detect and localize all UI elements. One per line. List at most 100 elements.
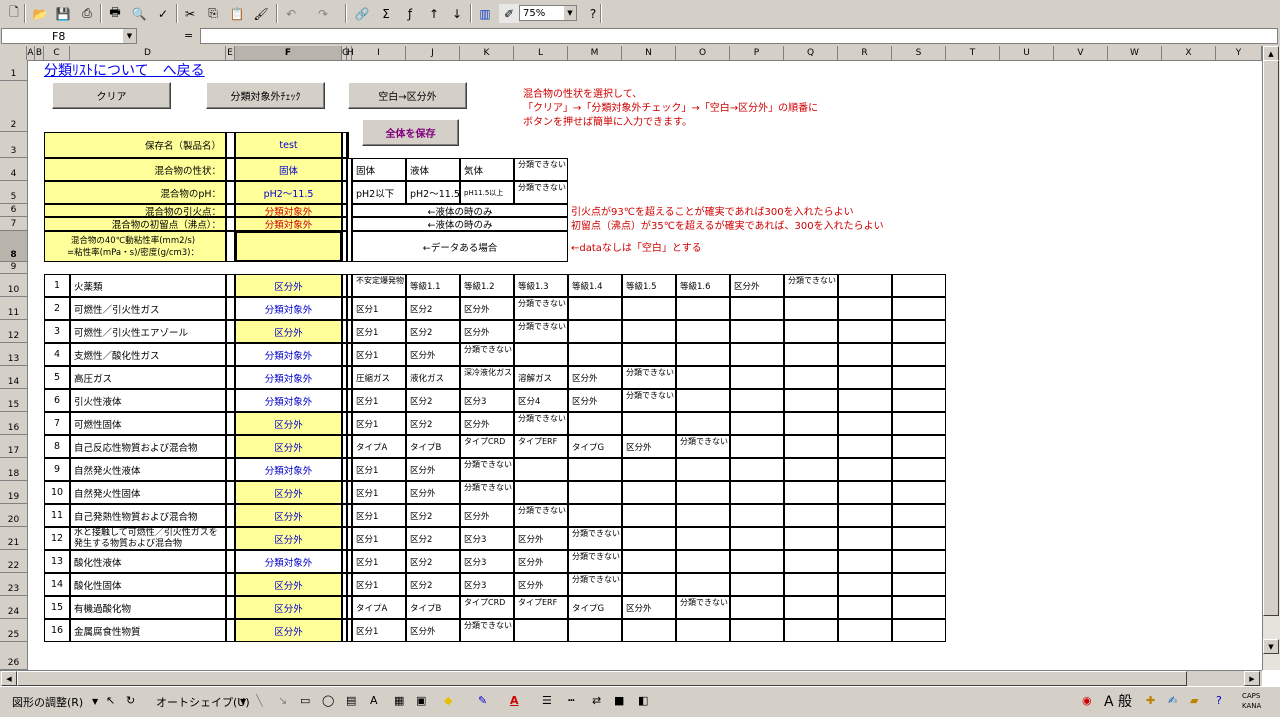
row-header-10[interactable]: 10 — [0, 274, 27, 297]
horizontal-scrollbar[interactable]: ◀ ▶ — [0, 670, 1262, 686]
hazard-option-cell[interactable]: 区分外 — [460, 412, 514, 435]
draw-menu[interactable]: 図形の調整(R) — [12, 694, 83, 710]
hazard-option-cell[interactable]: 等級1.6 — [676, 274, 730, 297]
column-header-l[interactable]: L — [514, 46, 568, 60]
hazard-option-cell[interactable]: 等級1.1 — [406, 274, 460, 297]
hazard-option-cell[interactable]: 区分2 — [406, 550, 460, 573]
column-header-v[interactable]: V — [1054, 46, 1108, 60]
hazard-option-cell[interactable]: 区分1 — [352, 458, 406, 481]
help-icon[interactable]: ? — [1216, 694, 1222, 707]
row-header-13[interactable]: 13 — [0, 343, 27, 366]
column-header-p[interactable]: P — [730, 46, 784, 60]
row-header-11[interactable]: 11 — [0, 297, 27, 320]
ph-option[interactable]: pH11.5以上 — [460, 181, 514, 204]
column-header-m[interactable]: M — [568, 46, 622, 60]
hazard-option-cell[interactable]: 等級1.5 — [622, 274, 676, 297]
row-header-20[interactable]: 20 — [0, 504, 27, 527]
column-header-f[interactable]: F — [235, 46, 342, 60]
paste-icon[interactable]: 📋 — [227, 4, 247, 23]
hazard-option-cell[interactable]: 分類できない — [460, 619, 514, 642]
row-header-6[interactable]: 6 — [0, 204, 27, 217]
open-icon[interactable]: 📂 — [30, 4, 50, 23]
column-header-d[interactable]: D — [70, 46, 226, 60]
row-header-21[interactable]: 21 — [0, 527, 27, 550]
hazard-option-cell[interactable]: 溶解ガス — [514, 366, 568, 389]
property-value-6[interactable] — [235, 231, 342, 262]
format-painter-icon[interactable]: 🖌 — [251, 4, 271, 23]
pad-icon[interactable]: ▰ — [1190, 694, 1198, 707]
state-option[interactable]: 分類できない — [514, 158, 568, 181]
property-value-2[interactable]: 固体 — [235, 158, 342, 181]
hazard-option-cell[interactable]: 区分1 — [352, 619, 406, 642]
hazard-option-cell[interactable]: 区分4 — [514, 389, 568, 412]
hazard-result[interactable]: 分類対象外 — [235, 550, 342, 573]
hazard-option-cell[interactable]: タイプCRD — [460, 596, 514, 619]
hazard-option-cell[interactable]: 深冷液化ガス — [460, 366, 514, 389]
row-header-16[interactable]: 16 — [0, 412, 27, 435]
hazard-option-cell[interactable]: 区分1 — [352, 527, 406, 550]
hazard-option-cell[interactable]: 不安定爆発物 — [352, 274, 406, 297]
hazard-option-cell[interactable]: 区分2 — [406, 320, 460, 343]
hazard-option-cell[interactable]: 区分外 — [622, 596, 676, 619]
h-scroll-thumb[interactable] — [17, 671, 1187, 686]
hazard-option-cell[interactable]: 区分外 — [622, 435, 676, 458]
column-header-n[interactable]: N — [622, 46, 676, 60]
column-header-r[interactable]: R — [838, 46, 892, 60]
hazard-option-cell[interactable]: 分類できない — [460, 343, 514, 366]
clipart-icon[interactable]: ▦ — [394, 694, 404, 707]
hazard-result[interactable]: 区分外 — [235, 596, 342, 619]
hazard-option-cell[interactable]: 区分2 — [406, 527, 460, 550]
hazard-option-cell[interactable]: 区分3 — [460, 527, 514, 550]
row-header-17[interactable]: 17 — [0, 435, 27, 458]
excluded-check-button[interactable]: 分類対象外ﾁｪｯｸ — [206, 82, 325, 109]
hazard-option-cell[interactable]: 区分1 — [352, 550, 406, 573]
scroll-up-icon[interactable]: ▲ — [1263, 46, 1279, 61]
hazard-option-cell[interactable]: 分類できない — [460, 458, 514, 481]
hazard-option-cell[interactable]: タイプB — [406, 435, 460, 458]
chevron-down-icon[interactable]: ▼ — [123, 29, 136, 43]
hazard-option-cell[interactable]: 分類できない — [622, 389, 676, 412]
formula-input[interactable] — [200, 28, 1278, 44]
hazard-option-cell[interactable]: 区分外 — [514, 573, 568, 596]
rotate-icon[interactable]: ↻ — [126, 694, 135, 707]
row-header-9[interactable]: 9 — [0, 262, 27, 274]
line-color-icon[interactable]: ✎ — [478, 694, 487, 707]
hazard-result[interactable]: 区分外 — [235, 619, 342, 642]
back-to-list-link[interactable]: 分類ﾘｽﾄについて へ戻る — [44, 60, 514, 81]
row-header-15[interactable]: 15 — [0, 389, 27, 412]
column-header-o[interactable]: O — [676, 46, 730, 60]
hazard-option-cell[interactable]: タイプA — [352, 596, 406, 619]
state-option[interactable]: 気体 — [460, 158, 514, 181]
hazard-option-cell[interactable]: タイプG — [568, 596, 622, 619]
chart-icon[interactable]: ▥ — [475, 4, 495, 23]
hazard-result[interactable]: 区分外 — [235, 320, 342, 343]
column-header-j[interactable]: J — [406, 46, 460, 60]
arrow-style-icon[interactable]: ⇄ — [592, 694, 601, 707]
hazard-option-cell[interactable]: 区分1 — [352, 297, 406, 320]
hazard-option-cell[interactable]: 分類できない — [514, 412, 568, 435]
save-icon[interactable]: 💾 — [53, 4, 73, 23]
shadow-icon[interactable]: ■ — [614, 694, 624, 707]
hazard-option-cell[interactable]: 区分3 — [460, 573, 514, 596]
dash-style-icon[interactable]: ┅ — [568, 694, 575, 707]
hazard-option-cell[interactable]: 分類できない — [568, 550, 622, 573]
column-header-t[interactable]: T — [946, 46, 1000, 60]
hazard-option-cell[interactable]: 区分外 — [406, 619, 460, 642]
hazard-option-cell[interactable]: 区分2 — [406, 412, 460, 435]
hazard-option-cell[interactable]: 分類できない — [568, 527, 622, 550]
hazard-option-cell[interactable]: 区分外 — [460, 320, 514, 343]
property-value-5[interactable]: 分類対象外 — [235, 217, 342, 231]
hazard-option-cell[interactable]: 区分1 — [352, 573, 406, 596]
hazard-result[interactable]: 分類対象外 — [235, 389, 342, 412]
ime-mode[interactable]: A 般 — [1104, 691, 1132, 711]
preview-icon[interactable]: 🔍 — [129, 4, 149, 23]
hazard-option-cell[interactable]: 等級1.2 — [460, 274, 514, 297]
hazard-option-cell[interactable]: タイプG — [568, 435, 622, 458]
row-header-23[interactable]: 23 — [0, 573, 27, 596]
sum-icon[interactable]: Σ — [376, 4, 396, 23]
hazard-option-cell[interactable]: 区分外 — [460, 504, 514, 527]
print-setup-icon[interactable]: ⎙ — [77, 4, 97, 23]
hazard-option-cell[interactable]: 区分外 — [568, 389, 622, 412]
fill-color-icon[interactable]: ◆ — [444, 694, 452, 707]
column-header-c[interactable]: C — [44, 46, 70, 60]
